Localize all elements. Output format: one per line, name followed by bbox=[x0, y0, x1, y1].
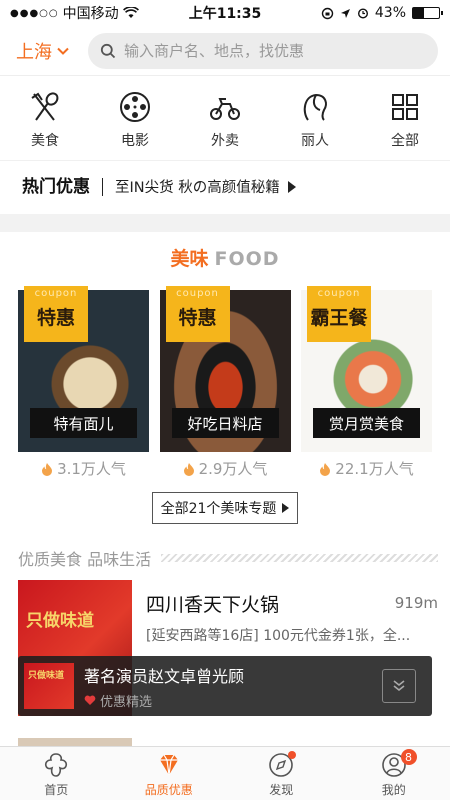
hot-promo-bar[interactable]: 热门优惠 至IN尖货 秋の高颜值秘籍 bbox=[0, 160, 450, 212]
food-topic-card[interactable]: 赏月赏美食 coupon 霸王餐 22.1万人气 bbox=[301, 286, 432, 480]
category-movie[interactable]: 电影 bbox=[90, 84, 180, 158]
card-popularity: 3.1万人气 bbox=[18, 458, 149, 479]
category-label: 全部 bbox=[391, 133, 419, 149]
status-time: 上午11:35 bbox=[188, 6, 262, 22]
coupon-label: coupon bbox=[34, 288, 78, 299]
coupon-tag: coupon 特惠 bbox=[24, 286, 88, 342]
card-caption: 好吃日料店 bbox=[171, 408, 279, 438]
category-all[interactable]: 全部 bbox=[360, 84, 450, 158]
category-nav: 美食 电影 外卖 丽人 全部 bbox=[0, 84, 450, 158]
category-label: 丽人 bbox=[301, 133, 329, 149]
section-divider bbox=[0, 214, 450, 232]
top-header: 上海 输入商户名、地点，找优惠 bbox=[0, 26, 450, 76]
coupon-name: 霸王餐 bbox=[310, 307, 368, 329]
notification-dot bbox=[288, 751, 296, 759]
tab-label: 我的 bbox=[381, 783, 406, 797]
card-caption: 特有面儿 bbox=[30, 408, 137, 438]
diamond-icon bbox=[159, 754, 178, 776]
toast-subtitle-text: 优惠精选 bbox=[100, 694, 153, 710]
food-title-en: FOOD bbox=[214, 248, 280, 270]
food-topic-card[interactable]: 好吃日料店 coupon 特惠 2.9万人气 bbox=[159, 286, 291, 480]
hatched-divider bbox=[161, 554, 438, 562]
food-title-cn: 美味 bbox=[170, 248, 209, 270]
food-section-title: 美味 FOOD bbox=[0, 244, 450, 271]
toast-thumbnail-text: 只做味道 bbox=[28, 671, 65, 681]
quality-section-header: 优质美食 品味生活 bbox=[18, 546, 438, 570]
battery-icon bbox=[412, 7, 443, 19]
notification-badge: 8 bbox=[400, 749, 417, 765]
restaurant-distance: 919m bbox=[394, 594, 438, 612]
quality-title: 优质美食 品味生活 bbox=[18, 550, 152, 569]
category-takeout[interactable]: 外卖 bbox=[180, 84, 270, 158]
grid-icon bbox=[392, 94, 418, 120]
tab-label: 首页 bbox=[44, 783, 69, 797]
card-popularity: 22.1万人气 bbox=[301, 458, 432, 479]
search-placeholder: 输入商户名、地点，找优惠 bbox=[124, 42, 305, 60]
card-popularity: 2.9万人气 bbox=[160, 458, 291, 479]
double-chevron-down-icon bbox=[393, 680, 405, 692]
play-arrow-icon bbox=[287, 180, 296, 193]
coupon-label: coupon bbox=[317, 288, 361, 299]
flame-icon bbox=[320, 462, 331, 476]
tab-discover[interactable]: 发现 bbox=[225, 747, 338, 800]
bottom-tab-bar: 首页 品质优惠 发现 8 我的 bbox=[0, 746, 450, 800]
wifi-icon bbox=[122, 7, 139, 18]
chevron-down-icon bbox=[57, 47, 69, 55]
popularity-text: 2.9万人气 bbox=[198, 460, 268, 478]
signal-icon: ●●●○○ bbox=[10, 7, 59, 19]
beauty-icon bbox=[303, 93, 327, 121]
category-label: 电影 bbox=[121, 133, 149, 149]
scooter-icon bbox=[210, 98, 240, 120]
tab-home[interactable]: 首页 bbox=[0, 747, 113, 800]
coupon-name: 特惠 bbox=[36, 307, 75, 329]
location-arrow-icon bbox=[340, 8, 350, 18]
tab-mine[interactable]: 8 我的 bbox=[338, 747, 450, 800]
rotation-lock-icon bbox=[321, 7, 334, 19]
coupon-tag: coupon 特惠 bbox=[165, 286, 230, 342]
popularity-text: 3.1万人气 bbox=[57, 460, 126, 478]
carrier-label: 中国移动 bbox=[62, 6, 119, 22]
coupon-name: 特惠 bbox=[178, 307, 217, 329]
category-food[interactable]: 美食 bbox=[0, 84, 90, 158]
hot-promo-title: 热门优惠 bbox=[22, 177, 103, 196]
popularity-text: 22.1万人气 bbox=[335, 460, 414, 478]
battery-percent: 43% bbox=[374, 5, 406, 21]
food-icon bbox=[31, 92, 59, 121]
tab-quality-deals[interactable]: 品质优惠 bbox=[113, 747, 226, 800]
toast-subtitle: 优惠精选 bbox=[84, 691, 382, 710]
category-beauty[interactable]: 丽人 bbox=[270, 84, 360, 158]
collapse-button[interactable] bbox=[382, 669, 416, 703]
status-bar: ●●●○○ 中国移动 上午11:35 43% bbox=[0, 0, 450, 26]
tab-label: 发现 bbox=[269, 783, 294, 797]
play-arrow-icon bbox=[282, 503, 290, 513]
restaurant-description: [延安西路等16店] 100元代金券1张，全... bbox=[146, 628, 411, 644]
category-label: 外卖 bbox=[211, 133, 239, 149]
recommendation-toast[interactable]: 只做味道 著名演员赵文卓曾光顾 优惠精选 bbox=[18, 656, 432, 716]
flame-icon bbox=[42, 462, 53, 476]
food-topic-cards: 特有面儿 coupon 特惠 3.1万人气 好吃日料店 coupon 特惠 2.… bbox=[18, 286, 432, 480]
hot-promo-text: 至IN尖货 秋の高颜值秘籍 bbox=[115, 180, 280, 196]
category-label: 美食 bbox=[31, 133, 59, 149]
tab-label: 品质优惠 bbox=[144, 783, 193, 797]
city-selector[interactable]: 上海 bbox=[16, 38, 88, 64]
toast-title: 著名演员赵文卓曾光顾 bbox=[84, 666, 245, 686]
city-label: 上海 bbox=[16, 41, 52, 63]
flame-icon bbox=[183, 462, 194, 476]
heart-icon bbox=[84, 695, 96, 705]
all-topics-label: 全部21个美味专题 bbox=[160, 501, 277, 517]
restaurant-image-text: 只做味道 bbox=[26, 611, 94, 631]
coupon-label: coupon bbox=[176, 288, 219, 299]
home-icon bbox=[45, 753, 68, 777]
card-caption: 赏月赏美食 bbox=[313, 408, 420, 438]
search-icon bbox=[100, 43, 116, 58]
food-topic-card[interactable]: 特有面儿 coupon 特惠 3.1万人气 bbox=[18, 286, 149, 480]
film-reel-icon bbox=[120, 92, 150, 122]
search-bar[interactable]: 输入商户名、地点，找优惠 bbox=[88, 32, 438, 69]
all-topics-button[interactable]: 全部21个美味专题 bbox=[152, 492, 298, 524]
toast-body: 著名演员赵文卓曾光顾 优惠精选 bbox=[84, 663, 382, 710]
alarm-icon bbox=[357, 8, 368, 19]
coupon-tag: coupon 霸王餐 bbox=[307, 286, 371, 342]
restaurant-name: 四川香天下火锅 bbox=[146, 594, 280, 616]
toast-thumbnail: 只做味道 bbox=[24, 663, 74, 709]
